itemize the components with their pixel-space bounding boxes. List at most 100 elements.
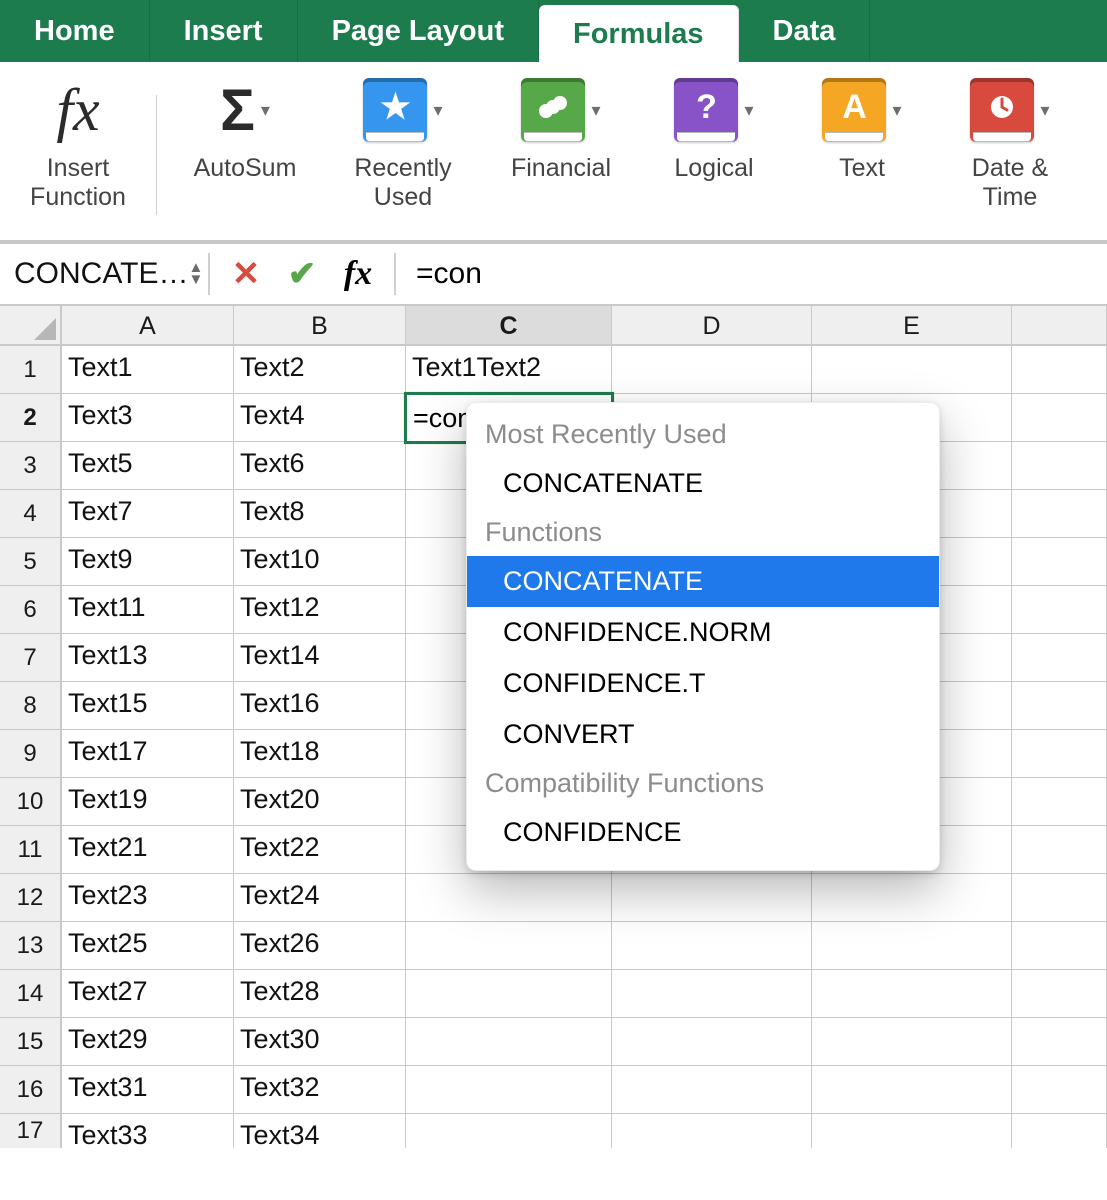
cell-C16[interactable] <box>406 1066 612 1114</box>
cell-F4[interactable] <box>1012 490 1107 538</box>
row-header-5[interactable]: 5 <box>0 538 62 586</box>
cell-A10[interactable]: Text19 <box>62 778 234 826</box>
cell-F1[interactable] <box>1012 346 1107 394</box>
cell-A16[interactable]: Text31 <box>62 1066 234 1114</box>
row-header-6[interactable]: 6 <box>0 586 62 634</box>
cell-D13[interactable] <box>612 922 812 970</box>
cell-A14[interactable]: Text27 <box>62 970 234 1018</box>
autocomplete-item[interactable]: CONVERT <box>467 709 939 760</box>
cell-B17[interactable]: Text34 <box>234 1114 406 1148</box>
cell-E14[interactable] <box>812 970 1012 1018</box>
row-header-4[interactable]: 4 <box>0 490 62 538</box>
cell-B4[interactable]: Text8 <box>234 490 406 538</box>
cell-B8[interactable]: Text16 <box>234 682 406 730</box>
cell-C15[interactable] <box>406 1018 612 1066</box>
row-header-8[interactable]: 8 <box>0 682 62 730</box>
name-box[interactable]: CONCATE… ▲▼ <box>10 251 192 297</box>
cell-A6[interactable]: Text11 <box>62 586 234 634</box>
date-time-button[interactable]: ▾ Date & Time <box>945 70 1075 240</box>
cell-F13[interactable] <box>1012 922 1107 970</box>
column-header-E[interactable]: E <box>812 306 1012 344</box>
cell-B3[interactable]: Text6 <box>234 442 406 490</box>
insert-function-button[interactable]: fx Insert Function <box>18 70 138 240</box>
cell-E17[interactable] <box>812 1114 1012 1148</box>
select-all-corner[interactable] <box>0 306 62 346</box>
cell-D15[interactable] <box>612 1018 812 1066</box>
row-header-13[interactable]: 13 <box>0 922 62 970</box>
cell-F10[interactable] <box>1012 778 1107 826</box>
cell-A11[interactable]: Text21 <box>62 826 234 874</box>
cell-F8[interactable] <box>1012 682 1107 730</box>
text-button[interactable]: A ▾ Text <box>797 70 927 240</box>
cell-A12[interactable]: Text23 <box>62 874 234 922</box>
cell-B15[interactable]: Text30 <box>234 1018 406 1066</box>
row-header-15[interactable]: 15 <box>0 1018 62 1066</box>
cell-C13[interactable] <box>406 922 612 970</box>
cell-B2[interactable]: Text4 <box>234 394 406 442</box>
cell-A7[interactable]: Text13 <box>62 634 234 682</box>
cancel-formula-button[interactable]: ✕ <box>226 254 266 294</box>
financial-button[interactable]: ▾ Financial <box>491 70 631 240</box>
cell-E13[interactable] <box>812 922 1012 970</box>
cell-B6[interactable]: Text12 <box>234 586 406 634</box>
cell-B12[interactable]: Text24 <box>234 874 406 922</box>
recently-used-button[interactable]: ★ ▾ Recently Used <box>333 70 473 240</box>
cell-A4[interactable]: Text7 <box>62 490 234 538</box>
column-header-D[interactable]: D <box>612 306 812 344</box>
cell-F11[interactable] <box>1012 826 1107 874</box>
cell-B13[interactable]: Text26 <box>234 922 406 970</box>
tab-formulas[interactable]: Formulas <box>539 6 739 62</box>
row-header-2[interactable]: 2 <box>0 394 62 442</box>
cell-A9[interactable]: Text17 <box>62 730 234 778</box>
cell-D14[interactable] <box>612 970 812 1018</box>
cell-F14[interactable] <box>1012 970 1107 1018</box>
cell-B9[interactable]: Text18 <box>234 730 406 778</box>
autocomplete-item[interactable]: CONCATENATE <box>467 556 939 607</box>
row-header-7[interactable]: 7 <box>0 634 62 682</box>
cell-B7[interactable]: Text14 <box>234 634 406 682</box>
row-header-14[interactable]: 14 <box>0 970 62 1018</box>
row-header-17[interactable]: 17 <box>0 1114 62 1148</box>
cell-C1[interactable]: Text1Text2 <box>406 346 612 394</box>
cell-F12[interactable] <box>1012 874 1107 922</box>
tab-home[interactable]: Home <box>0 0 150 62</box>
column-header-C[interactable]: C <box>406 306 612 344</box>
row-header-3[interactable]: 3 <box>0 442 62 490</box>
cell-A8[interactable]: Text15 <box>62 682 234 730</box>
cell-F17[interactable] <box>1012 1114 1107 1148</box>
row-header-16[interactable]: 16 <box>0 1066 62 1114</box>
cell-B16[interactable]: Text32 <box>234 1066 406 1114</box>
tab-page-layout[interactable]: Page Layout <box>298 0 539 62</box>
cell-C12[interactable] <box>406 874 612 922</box>
cell-C14[interactable] <box>406 970 612 1018</box>
cell-A3[interactable]: Text5 <box>62 442 234 490</box>
cell-A15[interactable]: Text29 <box>62 1018 234 1066</box>
formula-input[interactable] <box>412 255 1097 293</box>
row-header-10[interactable]: 10 <box>0 778 62 826</box>
autocomplete-item[interactable]: CONFIDENCE <box>467 807 939 858</box>
autocomplete-item[interactable]: CONFIDENCE.T <box>467 658 939 709</box>
cell-C17[interactable] <box>406 1114 612 1148</box>
cell-F16[interactable] <box>1012 1066 1107 1114</box>
autocomplete-item[interactable]: CONCATENATE <box>467 458 939 509</box>
fx-icon[interactable]: fx <box>338 255 378 293</box>
cell-F2[interactable] <box>1012 394 1107 442</box>
cell-E15[interactable] <box>812 1018 1012 1066</box>
tab-insert[interactable]: Insert <box>150 0 298 62</box>
row-header-1[interactable]: 1 <box>0 346 62 394</box>
column-header-F[interactable] <box>1012 306 1107 344</box>
tab-data[interactable]: Data <box>739 0 871 62</box>
cell-B10[interactable]: Text20 <box>234 778 406 826</box>
cell-F9[interactable] <box>1012 730 1107 778</box>
cell-F15[interactable] <box>1012 1018 1107 1066</box>
row-header-9[interactable]: 9 <box>0 730 62 778</box>
cell-F3[interactable] <box>1012 442 1107 490</box>
cell-B14[interactable]: Text28 <box>234 970 406 1018</box>
cell-B1[interactable]: Text2 <box>234 346 406 394</box>
cell-B11[interactable]: Text22 <box>234 826 406 874</box>
cell-D17[interactable] <box>612 1114 812 1148</box>
cell-A2[interactable]: Text3 <box>62 394 234 442</box>
cell-A13[interactable]: Text25 <box>62 922 234 970</box>
cell-A5[interactable]: Text9 <box>62 538 234 586</box>
logical-button[interactable]: ? ▾ Logical <box>649 70 779 240</box>
